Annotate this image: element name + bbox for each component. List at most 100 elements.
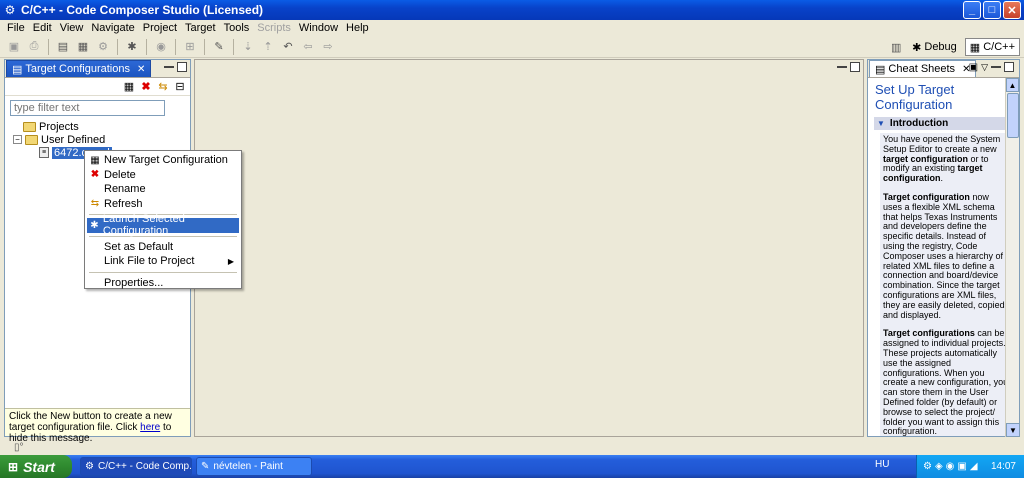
menu-view[interactable]: View <box>56 22 88 34</box>
tray-network-icon[interactable]: ⚙ <box>923 461 932 472</box>
minimize-view-icon[interactable] <box>991 62 1001 68</box>
close-button[interactable]: ✕ <box>1003 1 1021 19</box>
toolbar-separator <box>117 38 118 55</box>
tree-item-projects[interactable]: Projects <box>13 120 190 133</box>
scroll-up-arrow-icon[interactable]: ▲ <box>1006 78 1019 92</box>
menu-item-new-target-configuration[interactable]: ▦ New Target Configuration <box>87 153 239 168</box>
context-menu: ▦ New Target Configuration ✖ Delete Rena… <box>84 150 242 289</box>
view-toolbar: ▦ ✖ ⇆ ⊟ <box>5 78 190 96</box>
minimize-button[interactable]: _ <box>963 1 981 19</box>
menu-edit[interactable]: Edit <box>29 22 56 34</box>
left-tabbar: ▤ Target Configurations ✕ <box>5 60 190 78</box>
menu-window[interactable]: Window <box>295 22 342 34</box>
scroll-down-arrow-icon[interactable]: ▼ <box>1006 423 1020 437</box>
help-hint: Click the New button to create a new tar… <box>5 408 190 444</box>
menu-item-set-as-default[interactable]: Set as Default <box>87 240 239 255</box>
last-edit-icon[interactable]: ↶ <box>280 39 296 55</box>
menu-item-rename[interactable]: Rename <box>87 182 239 197</box>
tab-cheat-sheets[interactable]: ▤ Cheat Sheets ✕ <box>869 60 977 77</box>
open-type-icon[interactable]: ⊞ <box>182 39 198 55</box>
cheat-sheet-title: Set Up Target Configuration <box>875 82 955 112</box>
expand-triangle-icon[interactable]: ▼ <box>877 119 885 128</box>
tray-update-icon[interactable]: ▣ <box>957 461 966 472</box>
tree-item-user-defined[interactable]: − User Defined <box>13 133 190 146</box>
vertical-scrollbar[interactable]: ▲ ▼ <box>1005 78 1020 437</box>
menu-item-launch-label: Launch Selected Configuration <box>102 213 185 238</box>
maximize-view-icon[interactable] <box>1004 62 1014 72</box>
start-button[interactable]: ⊞ Start <box>0 455 72 478</box>
toolbar-separator <box>175 38 176 55</box>
back-icon[interactable]: ⇦ <box>300 39 316 55</box>
taskbar-item-paint-label: névtelen - Paint <box>213 461 283 472</box>
system-tray: ⚙ ◈ ◉ ▣ ◢ 14:07 <box>916 455 1024 478</box>
scroll-thumb[interactable] <box>1007 93 1019 138</box>
menu-item-refresh[interactable]: ⇆ Refresh <box>87 197 239 212</box>
open-folder-icon <box>25 134 38 145</box>
menu-scripts[interactable]: Scripts <box>253 22 295 34</box>
open-perspective-icon[interactable]: ▥ <box>888 39 904 55</box>
tray-volume-icon[interactable]: ◢ <box>970 461 978 472</box>
link-icon[interactable]: ⇆ <box>156 80 170 94</box>
paint-app-icon: ✎ <box>201 461 210 472</box>
pin-icon[interactable]: ✎ <box>211 39 227 55</box>
close-tab-icon[interactable]: ✕ <box>137 64 145 75</box>
menu-item-link-file-to-project[interactable]: Link File to Project ▶ <box>87 254 239 269</box>
perspective-cpp[interactable]: ▦ C/C++ <box>964 38 1020 56</box>
debug-bug-icon[interactable]: ✱ <box>124 39 140 55</box>
new-project-icon[interactable]: ▤ <box>55 39 71 55</box>
collapse-icon[interactable]: ▣ <box>969 62 978 73</box>
launch-icon: ✱ <box>90 219 99 231</box>
menu-help[interactable]: Help <box>342 22 373 34</box>
window-title: C/C++ - Code Composer Studio (Licensed) <box>21 3 264 17</box>
next-annotation-icon[interactable]: ⇣ <box>240 39 256 55</box>
tray-security-icon[interactable]: ◈ <box>935 461 943 472</box>
hide-hint-link[interactable]: here <box>140 422 160 433</box>
collapse-toggle-icon[interactable]: − <box>13 135 22 144</box>
build-icon[interactable]: ⚙ <box>95 39 111 55</box>
window-controls: _ □ ✕ <box>963 1 1021 19</box>
menu-item-properties-label: Properties... <box>104 276 164 289</box>
taskbar-item-code-composer[interactable]: ⚙ C/C++ - Code Comp... <box>80 457 192 476</box>
menu-project[interactable]: Project <box>139 22 181 34</box>
ccs-app-icon: ⚙ <box>85 461 94 472</box>
language-indicator[interactable]: HU <box>875 459 889 470</box>
cheat-sheets-view: ▤ Cheat Sheets ✕ ▣ ▽ Set Up Target Confi… <box>867 59 1020 437</box>
delete-icon[interactable]: ✖ <box>139 80 153 94</box>
menu-file[interactable]: File <box>3 22 29 34</box>
collapse-all-icon[interactable]: ⊟ <box>173 80 187 94</box>
view-menu-icon[interactable]: ▽ <box>981 62 988 73</box>
menu-item-delete[interactable]: ✖ Delete <box>87 168 239 183</box>
taskbar-clock: 14:07 <box>990 461 1016 472</box>
title-bar: ⚙ C/C++ - Code Composer Studio (Licensed… <box>0 0 1024 20</box>
print-icon[interactable]: ⎙ <box>26 39 42 55</box>
filter-input[interactable] <box>10 100 165 116</box>
folder-icon <box>23 121 36 132</box>
maximize-button[interactable]: □ <box>983 1 1001 19</box>
save-icon[interactable]: ▣ <box>6 39 22 55</box>
section-introduction[interactable]: ▼ Introduction <box>874 117 1013 130</box>
taskbar-item-paint[interactable]: ✎ névtelen - Paint <box>196 457 312 476</box>
menu-tools[interactable]: Tools <box>220 22 254 34</box>
toolbar-separator <box>48 38 49 55</box>
new-file-icon[interactable]: ▦ <box>75 39 91 55</box>
delete-icon: ✖ <box>90 169 100 181</box>
run-icon[interactable]: ◉ <box>153 39 169 55</box>
new-config-icon[interactable]: ▦ <box>122 80 136 94</box>
minimize-view-icon[interactable] <box>164 62 174 68</box>
menu-navigate[interactable]: Navigate <box>87 22 138 34</box>
minimize-editor-icon[interactable] <box>837 62 847 68</box>
tab-target-configurations[interactable]: ▤ Target Configurations ✕ <box>6 60 152 77</box>
forward-icon[interactable]: ⇨ <box>320 39 336 55</box>
refresh-icon: ⇆ <box>90 198 100 210</box>
maximize-editor-icon[interactable] <box>850 62 860 72</box>
menu-item-launch-selected-configuration[interactable]: ✱ Launch Selected Configuration <box>87 213 239 237</box>
menu-target[interactable]: Target <box>181 22 220 34</box>
prev-annotation-icon[interactable]: ⇡ <box>260 39 276 55</box>
perspective-debug[interactable]: ✱ Debug <box>908 38 961 56</box>
maximize-view-icon[interactable] <box>177 62 187 72</box>
fast-view-icon[interactable]: ▯° <box>14 442 24 453</box>
tray-antivirus-icon[interactable]: ◉ <box>946 461 955 472</box>
menu-item-refresh-label: Refresh <box>104 197 143 210</box>
editor-area <box>194 59 864 437</box>
menu-item-properties[interactable]: Properties... <box>87 276 239 291</box>
